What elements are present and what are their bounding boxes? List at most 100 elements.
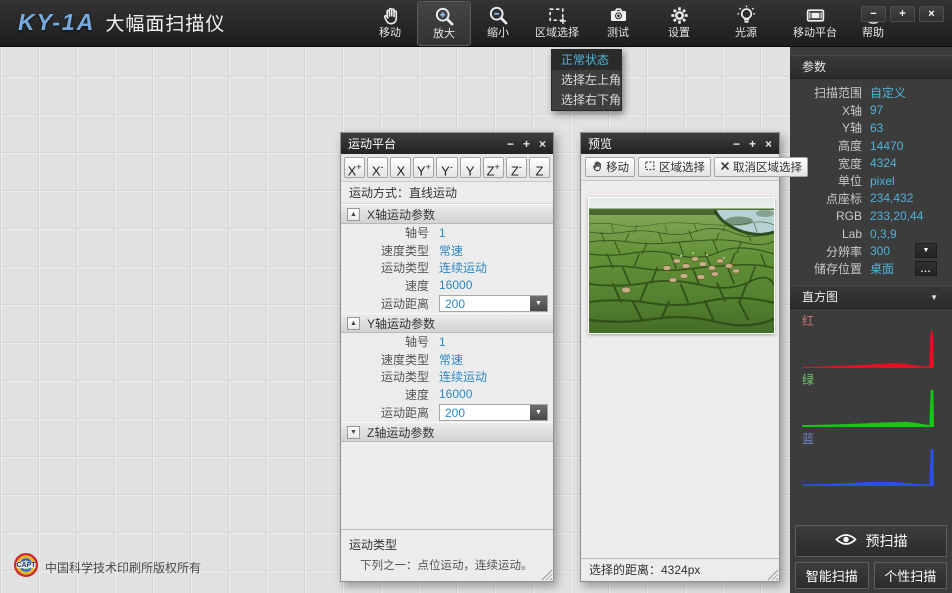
x-distance-select[interactable]: 200 ▼ — [439, 295, 548, 312]
histogram-green-label: 绿 — [802, 373, 940, 388]
menu-item-select-top-left[interactable]: 选择左上角 — [552, 70, 621, 90]
histogram-green — [802, 389, 934, 427]
dropdown-arrow-icon[interactable]: ▼ — [530, 405, 547, 420]
param-row-lab: Lab 0,3,9 — [790, 225, 952, 243]
app-title: 大幅面扫描仪 — [105, 9, 225, 36]
platform-icon — [805, 5, 826, 26]
panel-minimize-button[interactable]: − — [733, 134, 740, 154]
histogram-blue-label: 蓝 — [802, 432, 940, 447]
axis-y-minus-button[interactable]: Y- — [436, 157, 457, 178]
x-speed-value[interactable]: 16000 — [439, 278, 472, 292]
y-speed-value[interactable]: 16000 — [439, 387, 472, 401]
axis-y-plus-button[interactable]: Y+ — [413, 157, 434, 178]
panel-maximize-button[interactable]: + — [749, 134, 756, 154]
histogram-green-block: 绿 — [790, 370, 952, 429]
gear-icon — [669, 5, 690, 26]
dropdown-arrow-icon[interactable]: ▼ — [530, 296, 547, 311]
hand-icon — [380, 5, 401, 26]
bulb-icon — [736, 5, 757, 26]
tool-zoom-in[interactable]: 放大 — [417, 1, 471, 46]
y-axis-section-body: 轴号1 速度类型常速 运动类型连续运动 速度16000 运动距离 200 ▼ — [341, 333, 553, 422]
x-axis-section-header[interactable]: ▲ X轴运动参数 — [341, 204, 553, 224]
brand-logo: KY-1A — [18, 9, 95, 36]
param-row-scan-range: 扫描范围 自定义 — [790, 84, 952, 102]
panel-maximize-button[interactable]: + — [523, 134, 530, 154]
tool-settings[interactable]: 设置 — [647, 0, 711, 47]
tool-light-source[interactable]: 光源 — [711, 0, 781, 47]
preview-panel-header[interactable]: 预览 − + × — [581, 133, 779, 154]
axis-x-button[interactable]: X — [390, 157, 411, 178]
window-close-button[interactable]: × — [919, 6, 944, 22]
axis-jog-buttons: X+ X- X Y+ Y- Y Z+ Z- Z — [341, 154, 553, 182]
motion-platform-panel: 运动平台 − + × X+ X- X Y+ Y- Y Z+ Z- Z 运动方式：… — [340, 132, 554, 582]
collapse-down-icon[interactable]: ▼ — [347, 426, 360, 439]
y-speed-type-value[interactable]: 常速 — [439, 351, 463, 368]
prescan-button[interactable]: 预扫描 — [795, 525, 947, 557]
resolution-dropdown-button[interactable]: ▼ — [915, 243, 937, 258]
panel-minimize-button[interactable]: − — [507, 134, 514, 154]
tool-test[interactable]: 测试 — [589, 0, 647, 47]
preview-image[interactable] — [588, 197, 775, 334]
histogram-blue-block: 蓝 — [790, 429, 952, 488]
preview-region-select-button[interactable]: 区域选择 — [638, 157, 711, 177]
histogram-blue — [802, 448, 934, 486]
svg-text:CAPT: CAPT — [16, 562, 36, 569]
region-select-menu: 正常状态 选择左上角 选择右下角 — [551, 49, 622, 111]
histogram-red-block: 红 — [790, 311, 952, 370]
motion-panel-controls: − + × — [507, 134, 546, 154]
window-maximize-button[interactable]: + — [890, 6, 915, 22]
axis-z-button[interactable]: Z — [529, 157, 550, 178]
collapse-up-icon[interactable]: ▲ — [347, 208, 360, 221]
y-motion-type-value[interactable]: 连续运动 — [439, 368, 487, 385]
copyright-text: 中国科学技术印刷所版权所有 — [45, 559, 201, 576]
storage-browse-button[interactable]: ... — [915, 261, 937, 276]
smart-scan-button[interactable]: 智能扫描 — [795, 562, 869, 589]
menu-item-select-bottom-right[interactable]: 选择右下角 — [552, 90, 621, 110]
preview-cancel-region-button[interactable]: 取消区域选择 — [714, 157, 808, 177]
menu-item-normal-state[interactable]: 正常状态 — [552, 50, 621, 70]
tool-region-select[interactable]: 区域选择 — [525, 0, 589, 47]
window-minimize-button[interactable]: − — [861, 6, 886, 22]
x-speed-type-value[interactable]: 常速 — [439, 242, 463, 259]
motion-mode-line: 运动方式：直线运动 — [341, 182, 553, 204]
params-rows: 扫描范围 自定义 X轴 97 Y轴 63 高度 14470 宽度 4324 单位… — [790, 79, 952, 278]
custom-scan-button[interactable]: 个性扫描 — [874, 562, 948, 589]
tool-zoom-out[interactable]: 缩小 — [471, 0, 525, 47]
param-row-height: 高度 14470 — [790, 137, 952, 155]
x-motion-type-value[interactable]: 连续运动 — [439, 259, 487, 276]
preview-panel-controls: − + × — [733, 134, 772, 154]
axis-x-plus-button[interactable]: X+ — [344, 157, 365, 178]
histogram-blocks: 红 绿 蓝 — [790, 309, 952, 488]
panel-close-button[interactable]: × — [539, 134, 546, 154]
param-row-y-axis: Y轴 63 — [790, 119, 952, 137]
region-select-icon — [644, 160, 656, 175]
tool-move[interactable]: 移动 — [363, 0, 417, 47]
x-axis-section-body: 轴号1 速度类型常速 运动类型连续运动 速度16000 运动距离 200 ▼ — [341, 224, 553, 313]
cancel-icon — [720, 161, 730, 174]
copyright-footer: CAPT 中国科学技术印刷所版权所有 — [13, 552, 201, 583]
y-axis-section-header[interactable]: ▲ Y轴运动参数 — [341, 313, 553, 333]
axis-y-button[interactable]: Y — [460, 157, 481, 178]
z-axis-section-header[interactable]: ▼ Z轴运动参数 — [341, 422, 553, 442]
eye-icon — [835, 533, 857, 549]
tool-motion-platform[interactable]: 移动平台 — [781, 0, 849, 47]
param-row-width: 宽度 4324 — [790, 154, 952, 172]
y-distance-select[interactable]: 200 ▼ — [439, 404, 548, 421]
param-row-x-axis: X轴 97 — [790, 102, 952, 120]
y-axis-number-value[interactable]: 1 — [439, 335, 446, 349]
capt-logo: CAPT — [13, 552, 39, 583]
collapse-up-icon[interactable]: ▲ — [347, 317, 360, 330]
preview-move-button[interactable]: 移动 — [585, 157, 635, 177]
parameters-sidebar: 参数 扫描范围 自定义 X轴 97 Y轴 63 高度 14470 宽度 4324… — [790, 47, 952, 593]
param-row-unit: 单位 pixel — [790, 172, 952, 190]
panel-close-button[interactable]: × — [765, 134, 772, 154]
x-axis-number-value[interactable]: 1 — [439, 226, 446, 240]
axis-x-minus-button[interactable]: X- — [367, 157, 388, 178]
histogram-collapse-icon[interactable]: ▼ — [930, 286, 938, 309]
param-row-resolution: 分辨率 300 ▼ — [790, 242, 952, 260]
axis-z-plus-button[interactable]: Z+ — [483, 157, 504, 178]
preview-panel: 预览 − + × 移动 区域选择 取消区域选择 — [580, 132, 780, 582]
params-header: 参数 — [790, 55, 952, 79]
motion-panel-header[interactable]: 运动平台 − + × — [341, 133, 553, 154]
axis-z-minus-button[interactable]: Z- — [506, 157, 527, 178]
